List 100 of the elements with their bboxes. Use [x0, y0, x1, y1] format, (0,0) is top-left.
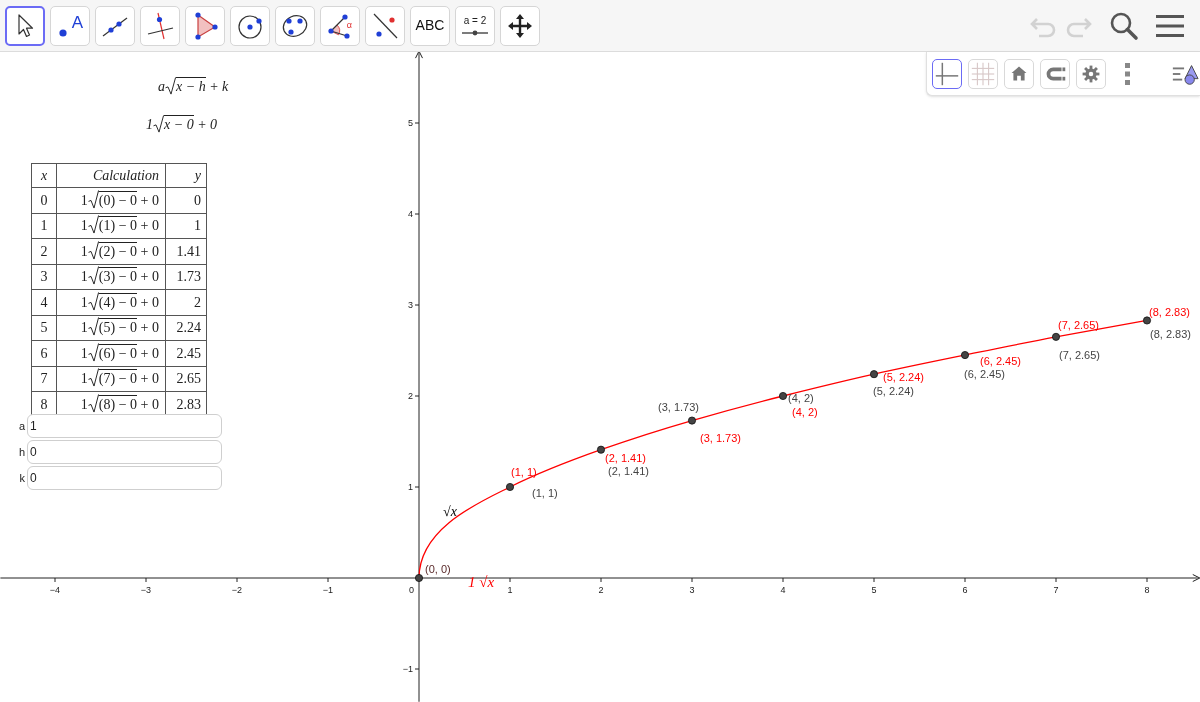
point-icon: [59, 28, 67, 37]
tick-label: −3: [140, 585, 152, 595]
tick-label: 2: [408, 391, 413, 401]
table-cell: 6: [31, 340, 57, 366]
more-icon: [1124, 62, 1130, 85]
data-point[interactable]: [870, 370, 878, 379]
point-label: (5, 2.24): [883, 371, 924, 383]
tick-label: −1: [402, 664, 413, 674]
table-cell: 3: [31, 264, 57, 290]
root-sign-icon: [87, 189, 99, 209]
table-cell: 1 (3) − 0 + 0: [56, 264, 166, 290]
tick-label: 4: [780, 585, 786, 595]
root-sign-icon: [87, 368, 99, 388]
table-cell: 2: [31, 238, 57, 264]
input-field[interactable]: 1: [27, 414, 222, 438]
tick-label: −4: [49, 585, 61, 595]
tool-button[interactable]: [5, 5, 45, 46]
table-cell: 2: [165, 289, 207, 315]
point-label: (2, 1.41): [608, 465, 649, 477]
column-header: x: [31, 163, 57, 188]
settings-button[interactable]: [1076, 58, 1106, 89]
table-cell: 1.41: [165, 238, 207, 264]
input-label: k: [18, 470, 25, 486]
point-label: (8, 2.83): [1149, 306, 1190, 318]
axes-button[interactable]: [932, 58, 962, 89]
point-label: (4, 2): [792, 406, 818, 418]
table-cell: 2.65: [165, 366, 207, 392]
tick-label: 2: [598, 585, 604, 595]
table-cell: 1 (1) − 0 + 0: [56, 213, 166, 239]
point-label: (6, 2.45): [964, 368, 1005, 380]
series-label: 1 √x: [468, 574, 495, 590]
tick-label: −1: [322, 585, 334, 595]
table-cell: 1: [165, 213, 207, 239]
formula: 1 x − 0 + 0: [146, 114, 218, 135]
perpendicular-line-icon: [145, 10, 175, 41]
input-field[interactable]: 0: [27, 440, 222, 464]
data-point[interactable]: [506, 483, 514, 491]
point-label: (2, 1.41): [605, 452, 646, 464]
data-point[interactable]: [779, 392, 787, 400]
point-label: (1, 1): [532, 487, 558, 499]
root-sign-icon: [87, 240, 99, 260]
input-field[interactable]: 0: [27, 466, 222, 490]
data-point[interactable]: [1052, 332, 1060, 341]
table-cell: 1 (7) − 0 + 0: [56, 366, 166, 392]
table-cell: 1 (2) − 0 + 0: [56, 238, 166, 264]
data-point[interactable]: [415, 574, 423, 582]
table-cell: 2.24: [165, 315, 207, 341]
magnet-button[interactable]: [1040, 58, 1070, 89]
slider-icon: [462, 29, 488, 36]
root-sign-icon: [87, 317, 99, 337]
point-label: (3, 1.73): [700, 432, 741, 444]
input-label: a: [17, 418, 25, 434]
data-point[interactable]: [961, 351, 969, 360]
column-header: y: [165, 163, 207, 188]
table-cell: 1 (4) − 0 + 0: [56, 289, 166, 315]
tick-label: 7: [1053, 585, 1059, 595]
tick-label: 3: [689, 585, 695, 595]
tool-button[interactable]: a = 2: [455, 5, 495, 46]
table-cell: 2.45: [165, 340, 207, 366]
point-label: (7, 2.65): [1058, 319, 1099, 331]
point-label: (4, 2): [788, 392, 814, 404]
table-cell: 5: [31, 315, 57, 341]
root-sign-icon: [87, 342, 99, 362]
root-sign-icon: [87, 291, 99, 311]
table-cell: 1 (0) − 0 + 0: [56, 187, 166, 213]
point-label: (8, 2.83): [1150, 328, 1191, 340]
table-cell: 1 (6) − 0 + 0: [56, 340, 166, 366]
table-cell: 7: [31, 366, 57, 392]
data-point[interactable]: [1143, 316, 1151, 325]
point-label: (5, 2.24): [873, 385, 914, 397]
tool-button[interactable]: α: [320, 5, 360, 46]
table-cell: 4: [31, 289, 57, 315]
point-label: (7, 2.65): [1059, 349, 1100, 361]
tick-label: 5: [871, 585, 877, 595]
origin-label: 0: [409, 585, 414, 595]
table-cell: 0: [165, 187, 207, 213]
input-label: h: [17, 444, 25, 460]
tool-button[interactable]: ABC: [410, 5, 450, 46]
table-cell: 1.73: [165, 264, 207, 290]
data-point[interactable]: [688, 416, 696, 425]
tick-label: 1: [507, 585, 513, 595]
column-header: Calculation: [56, 163, 166, 188]
root-sign-icon: [87, 393, 99, 413]
tick-label: 4: [408, 209, 413, 219]
root-sign-icon: [165, 77, 176, 95]
point-label: (1, 1): [511, 466, 537, 478]
tick-label: 1: [408, 482, 413, 492]
table-cell: 1 (5) − 0 + 0: [56, 315, 166, 341]
tick-label: 5: [408, 118, 413, 128]
table-cell: 0: [31, 187, 57, 213]
root-sign-icon: [153, 115, 164, 133]
function-label: √x: [443, 504, 457, 519]
tool-button[interactable]: A: [50, 5, 90, 46]
root-sign-icon: [87, 266, 99, 286]
root-sign-icon: [87, 215, 99, 235]
tick-label: 3: [408, 300, 413, 310]
formula: a x − h + k: [158, 76, 229, 97]
point-label: (0, 0): [425, 563, 451, 575]
home-button[interactable]: [1004, 58, 1034, 89]
data-point[interactable]: [597, 445, 605, 454]
